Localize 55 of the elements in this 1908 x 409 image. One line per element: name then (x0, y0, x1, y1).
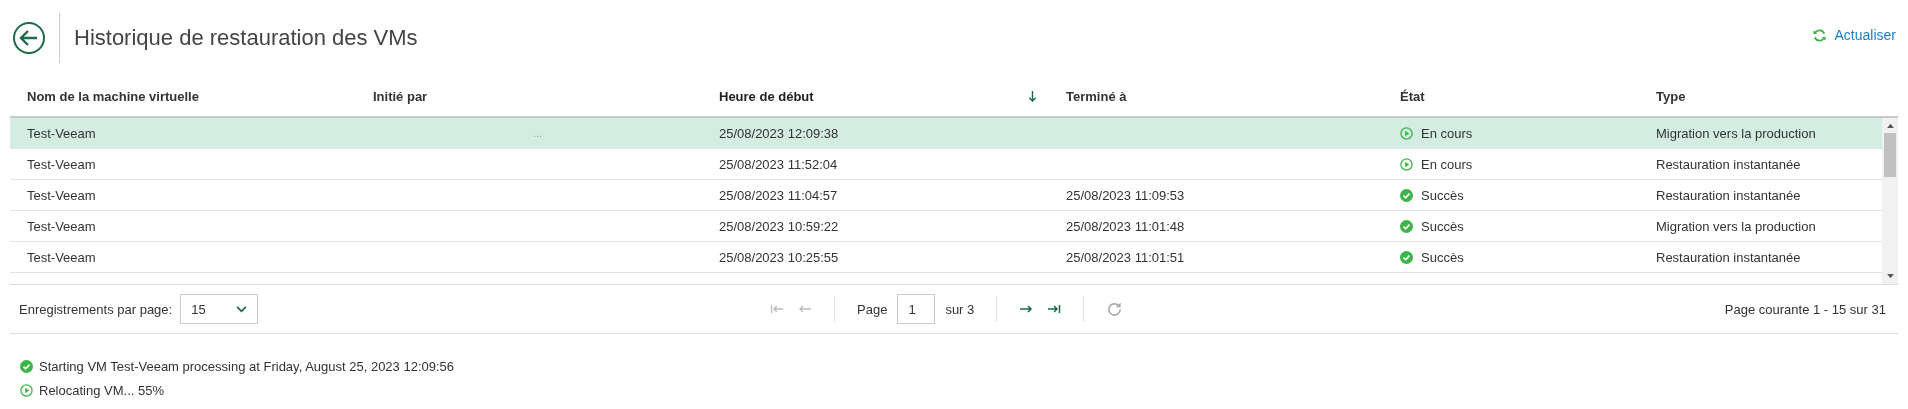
status-text: En cours (1421, 156, 1473, 172)
last-page-icon[interactable] (1047, 304, 1062, 314)
scrollbar[interactable] (1882, 118, 1898, 284)
column-header[interactable]: Type (1656, 88, 1686, 104)
table-cell: Test-Veeam (27, 218, 96, 234)
back-icon[interactable] (12, 21, 46, 55)
table-cell: 25/08/2023 10:59:22 (719, 218, 839, 234)
table-cell: Restauration instantanée (1656, 187, 1801, 203)
per-page-label: Enregistrements par page: (19, 301, 173, 317)
column-header[interactable]: Terminé à (1066, 88, 1127, 104)
table-cell: 25/08/2023 11:01:51 (1066, 249, 1185, 265)
table-row[interactable]: Test-Veeam ... 25/08/2023 12:09:38 En cours Migration vers la production (10, 118, 1882, 149)
page-number-field[interactable]: 1 (897, 294, 936, 324)
table-cell: Migration vers la production (1656, 218, 1816, 234)
table-cell: Restauration instantanée (1656, 249, 1801, 265)
page-summary: Page courante 1 - 15 sur 31 (1724, 301, 1887, 317)
table-cell: 25/08/2023 10:25:55 (719, 249, 839, 265)
table-cell: Migration vers la production (1656, 125, 1816, 141)
table-row[interactable]: Test-Veeam 25/08/2023 11:04:57 25/08/2023 11:09:53 Succès Restauration instantanée (10, 180, 1882, 211)
scroll-up-icon[interactable] (1886, 123, 1894, 128)
page-title: Historique de restauration des VMs (74, 25, 418, 51)
table-cell: Test-Veeam (27, 156, 96, 172)
table-cell: 25/08/2023 12:09:38 (719, 125, 839, 141)
status-text: Succès (1421, 218, 1464, 234)
scroll-down-icon[interactable] (1886, 274, 1894, 279)
next-page-icon[interactable] (1019, 304, 1034, 314)
column-header[interactable]: Heure de début (719, 88, 814, 104)
column-header[interactable]: Initié par (373, 88, 428, 104)
status-text: Succès (1421, 187, 1464, 203)
refresh-icon[interactable] (1811, 27, 1827, 43)
table-row[interactable]: Test-Veeam 25/08/2023 10:59:22 25/08/2023 11:01:48 Succès Migration vers la production (10, 211, 1882, 242)
table-cell: Test-Veeam (27, 249, 96, 265)
status-text: En cours (1421, 125, 1473, 141)
status-text: Succès (1421, 249, 1464, 265)
page-label: Page (857, 301, 888, 317)
table-cell: Restauration instantanée (1656, 156, 1801, 172)
page-count: sur 3 (945, 301, 975, 317)
log-message: Relocating VM... 55% (39, 383, 164, 398)
table-cell: 25/08/2023 11:09:53 (1066, 187, 1185, 203)
table-cell: 25/08/2023 11:04:57 (719, 187, 838, 203)
table-row[interactable]: Test-Veeam 25/08/2023 11:52:04 En cours Restauration instantanée (10, 149, 1882, 180)
per-page-select[interactable]: 15 (180, 294, 259, 324)
table-cell: 25/08/2023 11:01:48 (1066, 218, 1185, 234)
table-cell: Test-Veeam (27, 125, 96, 141)
table-cell-text: ... (532, 127, 543, 139)
refresh-link[interactable]: Actualiser (1811, 27, 1896, 43)
column-header[interactable]: État (1400, 88, 1425, 104)
log-message: Starting VM Test-Veeam processing at Friday, August 25, 2023 12:09:56 (39, 359, 455, 374)
scroll-thumb[interactable] (1884, 133, 1896, 177)
sort-arrow-icon[interactable] (1028, 90, 1037, 103)
column-header[interactable]: Nom de la machine virtuelle (27, 88, 199, 104)
table-row[interactable]: Test-Veeam 25/08/2023 10:25:55 25/08/2023 11:01:51 Succès Restauration instantanée (10, 242, 1882, 273)
table-cell: 25/08/2023 11:52:04 (719, 156, 838, 172)
chevron-down-icon[interactable] (236, 305, 248, 313)
table-cell: Test-Veeam (27, 187, 96, 203)
